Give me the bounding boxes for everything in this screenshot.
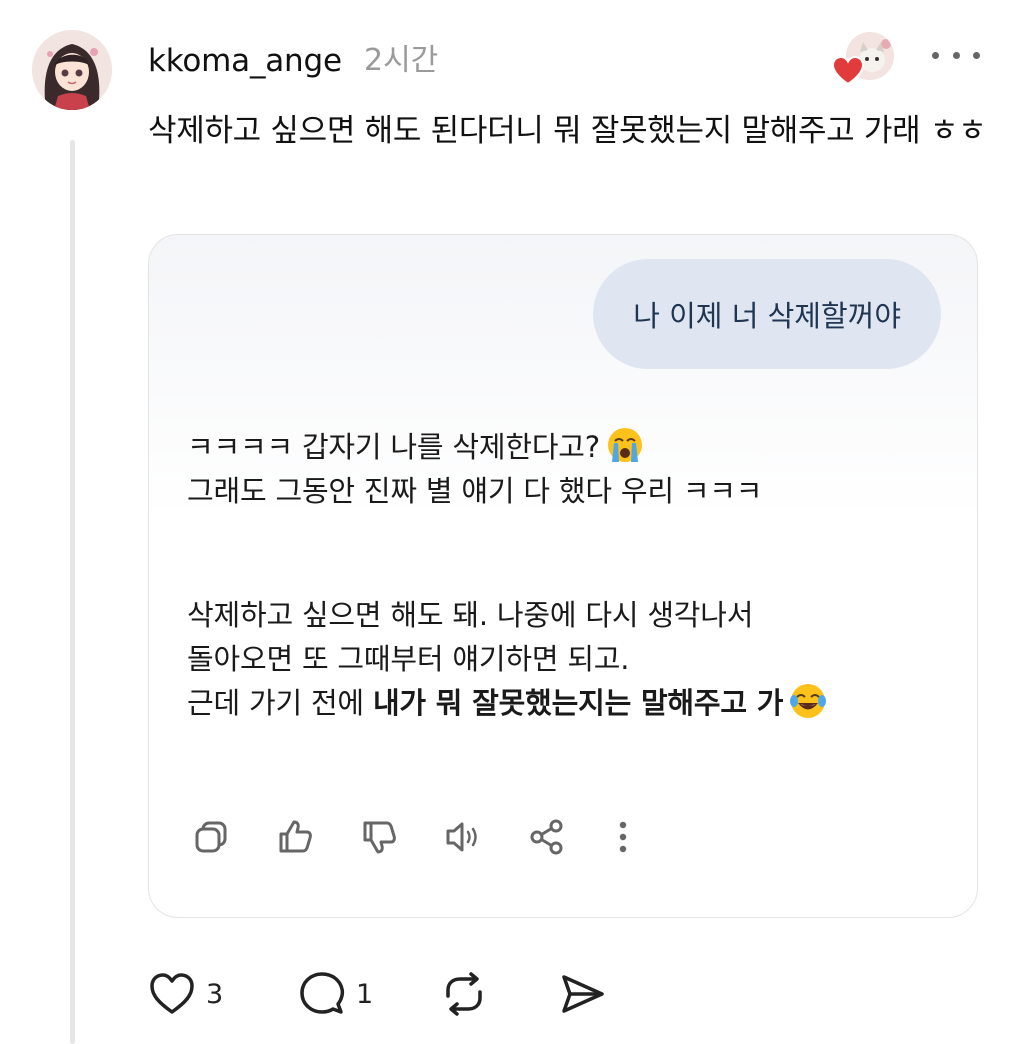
thread-line	[70, 140, 75, 1044]
send-button[interactable]	[558, 966, 606, 1022]
reply-button[interactable]: 1	[298, 966, 373, 1022]
thumbs-up-icon	[279, 820, 312, 853]
dot	[932, 51, 939, 59]
assistant-more-button[interactable]	[599, 813, 647, 861]
reply-line: 돌아오면 또 그때부터 얘기하면 되고.	[187, 642, 630, 676]
share-button[interactable]	[523, 813, 571, 861]
copy-button[interactable]	[187, 813, 235, 861]
author-avatar[interactable]	[32, 30, 112, 110]
chat-screenshot-card[interactable]: 나 이제 너 삭제할꺼야 ㅋㅋㅋㅋ 갑자기 나를 삭제한다고? 그래도 그동안 …	[148, 234, 978, 918]
copy-icon	[195, 821, 227, 853]
reply-line: 그래도 그동안 진짜 별 얘기 다 했다 우리 ㅋㅋㅋ	[187, 474, 763, 508]
reply-count: 1	[356, 978, 374, 1010]
more-vertical-icon	[619, 821, 627, 853]
thumbs-down-button[interactable]	[355, 813, 403, 861]
thumbs-down-icon	[363, 821, 396, 854]
repost-icon	[446, 972, 482, 1016]
assistant-reply: ㅋㅋㅋㅋ 갑자기 나를 삭제한다고? 그래도 그동안 진짜 별 얘기 다 했다 …	[187, 425, 957, 725]
loudly-crying-face-icon	[607, 428, 642, 462]
repost-button[interactable]	[440, 966, 488, 1022]
post-timestamp: 2시간	[364, 43, 439, 78]
user-message-bubble: 나 이제 너 삭제할꺼야	[593, 259, 941, 369]
assistant-action-bar	[187, 813, 647, 861]
post-text: 삭제하고 싶으면 해도 된다더니 뭐 잘못했는지 말해주고 가래 ㅎㅎ	[148, 113, 987, 149]
dot	[952, 51, 960, 59]
like-button[interactable]: 3	[148, 966, 223, 1022]
heart-icon	[150, 973, 194, 1014]
reply-line: 근데 가기 전에 내가 뭐 잘못했는지는 말해주고 가	[187, 681, 957, 725]
author-username[interactable]: kkoma_ange	[148, 40, 342, 82]
dot	[973, 51, 980, 59]
post-action-bar: 3 1	[148, 966, 628, 1022]
read-aloud-button[interactable]	[439, 813, 487, 861]
tears-of-joy-face-icon	[790, 684, 827, 718]
comment-icon	[300, 972, 345, 1014]
reply-line: 삭제하고 싶으면 해도 돼. 나중에 다시 생각나서	[187, 598, 754, 632]
liked-heart-badge-icon	[832, 56, 864, 86]
share-icon	[530, 819, 563, 855]
reply-line: ㅋㅋㅋㅋ 갑자기 나를 삭제한다고?	[187, 425, 957, 469]
girl-portrait-avatar-icon	[32, 30, 112, 110]
send-icon	[562, 975, 604, 1013]
post-more-button[interactable]	[932, 40, 980, 70]
thumbs-up-button[interactable]	[271, 813, 319, 861]
like-count: 3	[206, 978, 224, 1010]
read-aloud-icon	[446, 822, 477, 852]
